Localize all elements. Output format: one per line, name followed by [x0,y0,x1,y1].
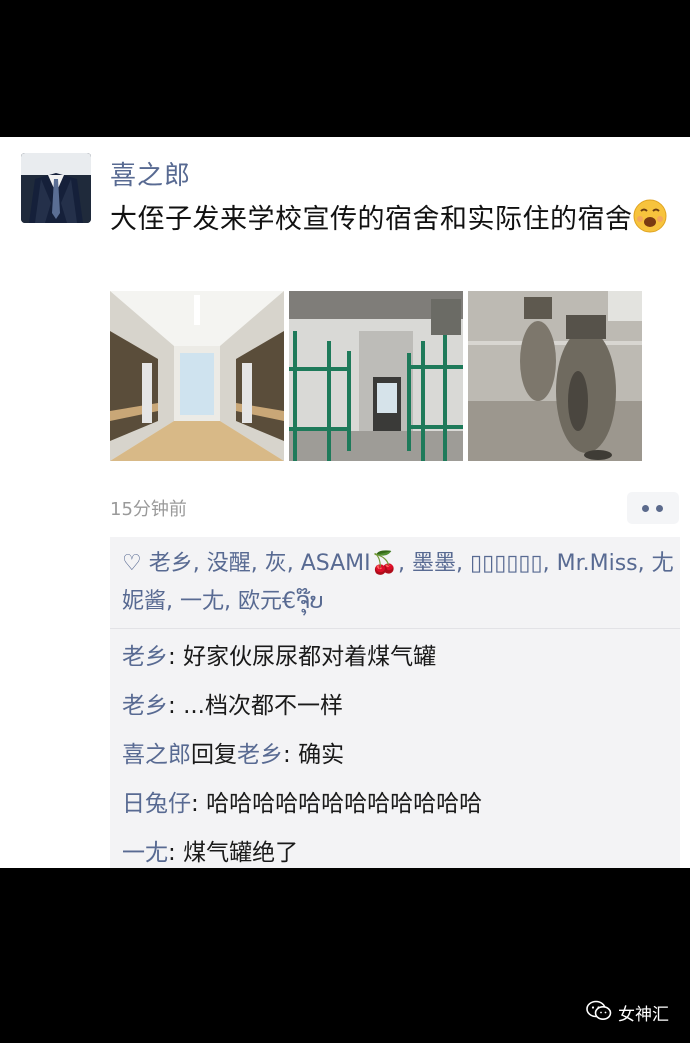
author-name[interactable]: 喜之郎 [110,155,191,192]
more-options-button[interactable] [627,492,679,524]
wechat-logo-icon [586,1000,612,1022]
divider [110,628,680,629]
comment-text: 确实 [298,742,345,768]
comments-panel: ♡ 老乡, 没醒, 灰, ASAMI🍒, 墨墨, ▯▯▯▯▯▯, Mr.Miss… [110,537,680,868]
comment-item[interactable]: 一尢: 煤气罐绝了 [122,833,298,867]
comment-item[interactable]: 日兔仔: 哈哈哈哈哈哈哈哈哈哈哈哈 [122,784,482,818]
liker-names[interactable]: 老乡, 没醒, 灰, ASAMI🍒, 墨墨, ▯▯▯▯▯▯, Mr.Miss, … [122,551,674,614]
grimacing-face-icon [633,199,667,233]
more-dot-icon [642,505,649,512]
post-timestamp: 15分钟前 [110,499,187,520]
more-dot-icon [656,505,663,512]
comment-separator: : [283,742,299,768]
comment-text: 好家伙尿尿都对着煤气罐 [183,644,437,670]
comment-separator: : [168,693,184,719]
dorm-bunkbed-photo[interactable] [289,291,463,461]
comment-text: ...档次都不一样 [183,693,343,719]
avatar[interactable] [21,153,91,223]
comment-item[interactable]: 老乡: 好家伙尿尿都对着煤气罐 [122,637,436,671]
comment-author[interactable]: 老乡 [122,693,168,719]
comment-item[interactable]: 喜之郎回复老乡: 确实 [122,735,344,769]
comment-separator: : [168,840,184,866]
photo-grid [110,291,642,461]
comment-text: 煤气罐绝了 [183,840,299,866]
comment-separator: : [191,791,207,817]
watermark-label: 女神汇 [618,1005,669,1025]
comment-item[interactable]: 老乡: ...档次都不一样 [122,686,343,720]
post-text: 大侄子发来学校宣传的宿舍和实际住的宿舍 [110,199,670,239]
gas-cylinder-photo[interactable] [468,291,642,461]
comment-author[interactable]: 日兔仔 [122,791,191,817]
reply-to-author[interactable]: 老乡 [237,742,283,768]
comment-text: 哈哈哈哈哈哈哈哈哈哈哈哈 [206,791,483,817]
likes-list: ♡ 老乡, 没醒, 灰, ASAMI🍒, 墨墨, ▯▯▯▯▯▯, Mr.Miss… [122,545,674,621]
comment-author[interactable]: 老乡 [122,644,168,670]
heart-icon: ♡ [122,551,142,576]
comment-author[interactable]: 喜之郎 [122,742,191,768]
comment-separator: : [168,644,184,670]
reply-word: 回复 [191,742,237,768]
moments-post-card: 喜之郎 大侄子发来学校宣传的宿舍和实际住的宿舍 15分钟前 ♡ 老乡, 没醒, … [0,137,690,868]
post-text-content: 大侄子发来学校宣传的宿舍和实际住的宿舍 [110,204,633,235]
comment-author[interactable]: 一尢 [122,840,168,866]
dorm-promo-photo[interactable] [110,291,284,461]
